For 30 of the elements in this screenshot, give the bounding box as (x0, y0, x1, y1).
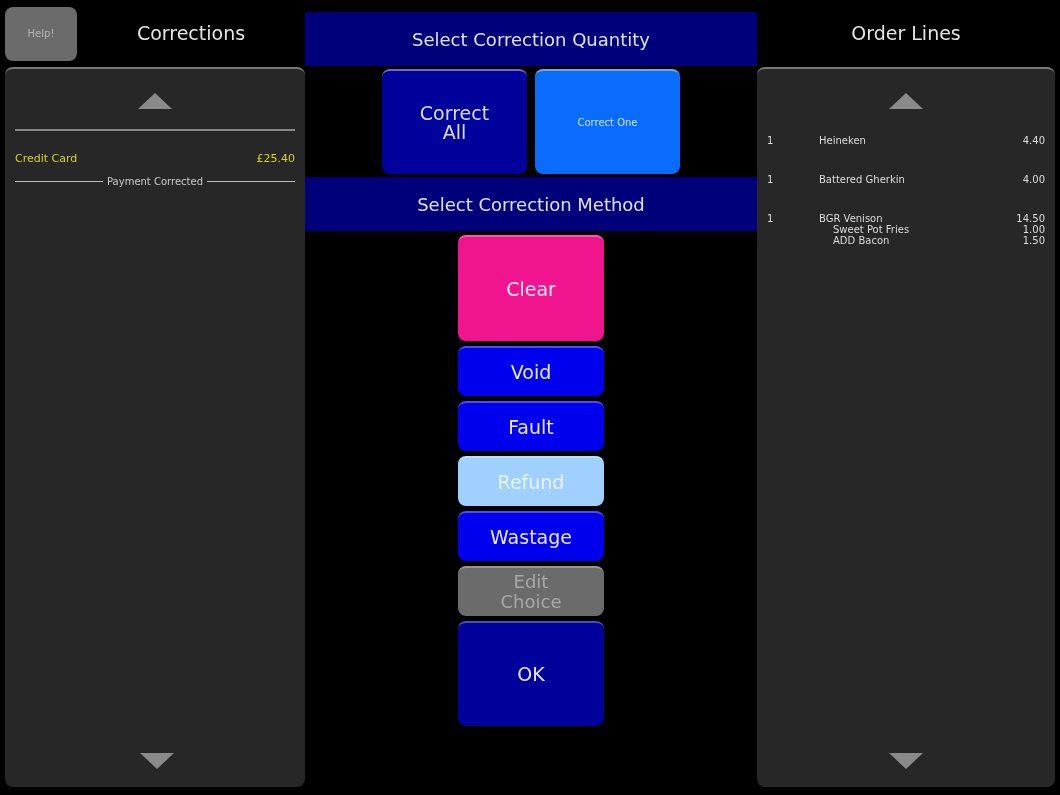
modifier-name: ADD Bacon (833, 235, 891, 246)
line-price: 4.40 (1022, 135, 1045, 146)
modifier-name: Sweet Pot Fries (833, 224, 911, 235)
panel-title: Order Lines (850, 21, 962, 47)
line-price: 14.50 (1016, 213, 1045, 224)
line-price: 4.00 (1022, 174, 1045, 185)
scroll-up-icon[interactable] (889, 93, 923, 109)
method-button[interactable]: OK (458, 621, 604, 726)
scroll-up-icon[interactable] (138, 93, 172, 109)
scroll-down-icon[interactable] (140, 753, 174, 769)
line-quantity: 1 (767, 135, 775, 146)
quantity-button[interactable]: Correct One (535, 69, 680, 174)
payment-status: Payment Corrected (107, 174, 203, 189)
modifier-price: 1.00 (1022, 224, 1045, 235)
section-header: Select Correction Method (305, 177, 757, 231)
line-name: BGR Venison (819, 213, 884, 224)
method-button[interactable]: Void (458, 346, 604, 396)
scroll-down-icon[interactable] (889, 753, 923, 769)
quantity-button[interactable]: Correct All (382, 69, 527, 174)
modifier-price: 1.50 (1022, 235, 1045, 246)
line-name: Battered Gherkin (819, 174, 906, 185)
payment-amount: £25.40 (256, 151, 295, 167)
payment-label: Credit Card (15, 151, 78, 167)
panel-title: Corrections (135, 21, 247, 47)
section-header: Select Correction Quantity (305, 12, 757, 66)
line-quantity: 1 (767, 174, 775, 185)
line-quantity: 1 (767, 213, 775, 224)
method-button[interactable]: Wastage (458, 511, 604, 561)
method-button[interactable]: Fault (458, 401, 604, 451)
line-name: Heineken (819, 135, 867, 146)
